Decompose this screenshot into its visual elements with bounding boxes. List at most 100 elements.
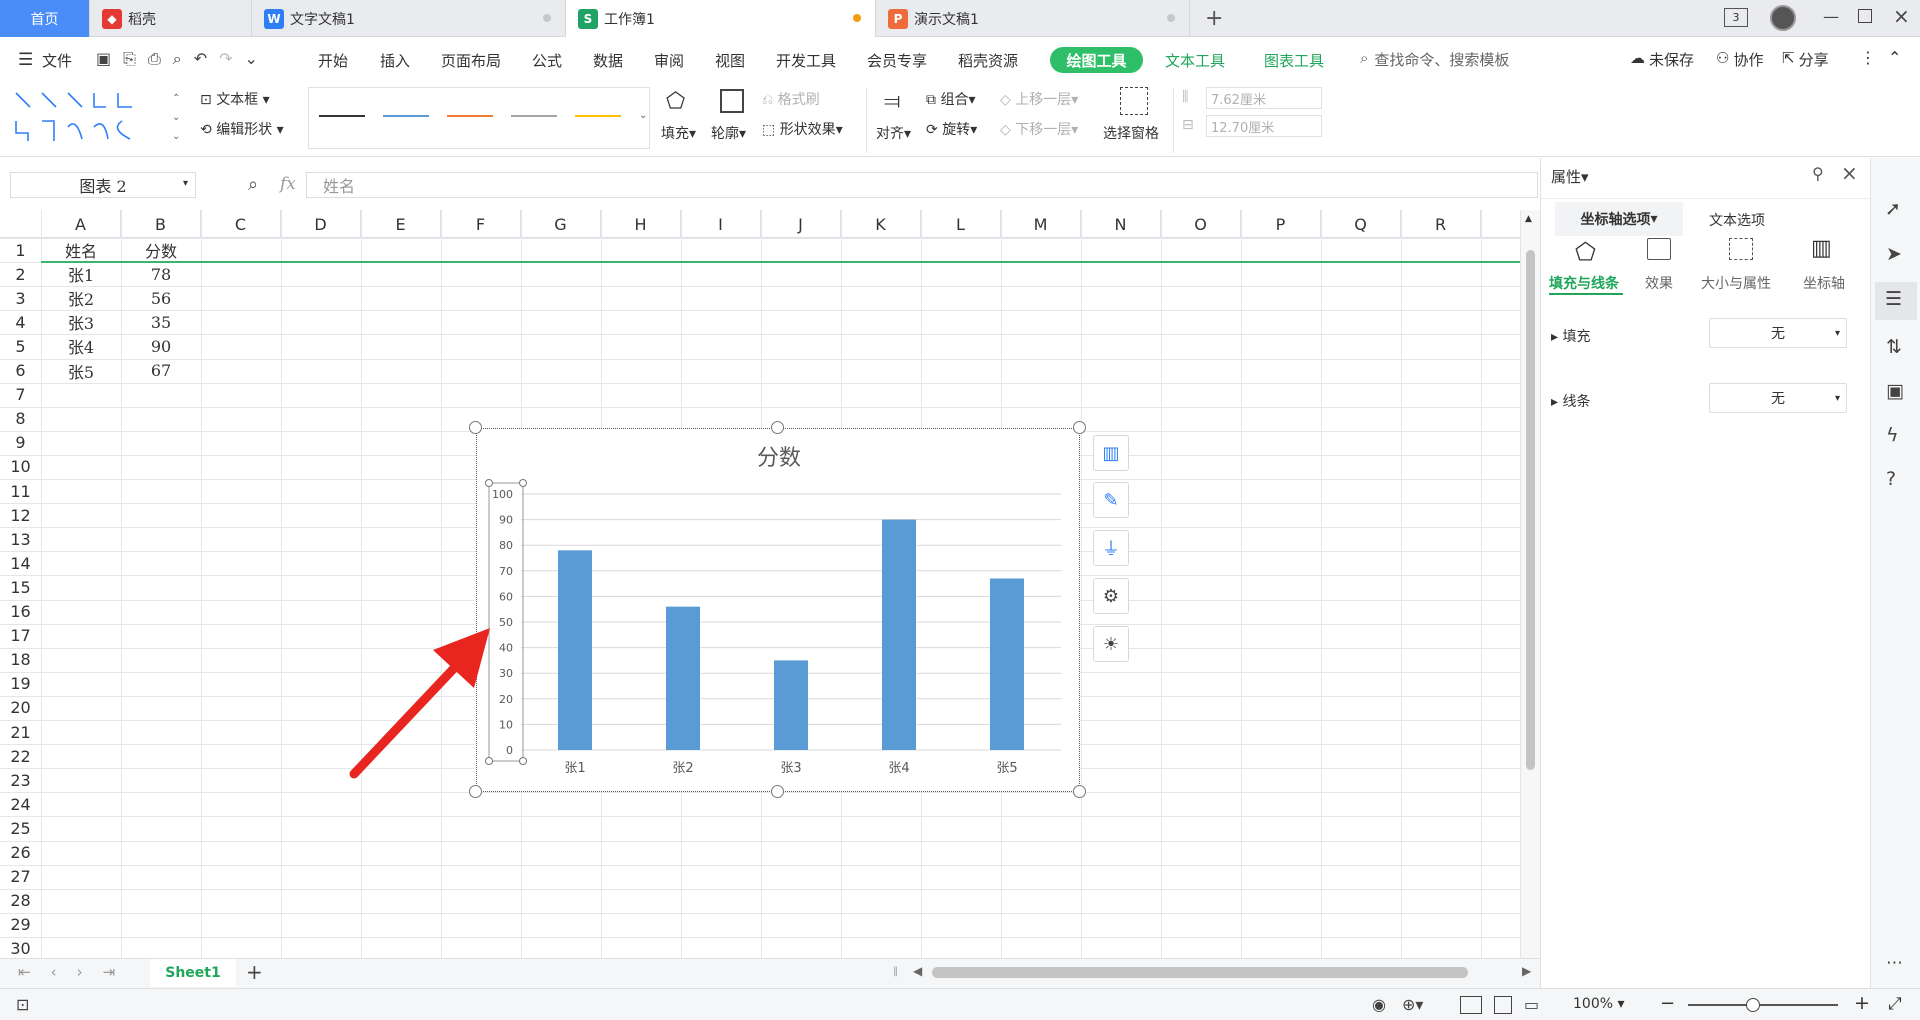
row-header[interactable]: 23 <box>0 768 41 792</box>
row-header[interactable]: 4 <box>0 310 41 334</box>
close-dot-icon[interactable] <box>1167 14 1175 22</box>
zoom-level[interactable]: 100% ▾ <box>1573 996 1625 1012</box>
row-header[interactable]: 1 <box>0 238 41 262</box>
search-box[interactable]: ⌕ 查找命令、搜索模板 <box>1360 49 1509 70</box>
menu-home[interactable]: 开始 <box>318 50 348 71</box>
zoom-slider-thumb[interactable] <box>1746 998 1760 1012</box>
column-header[interactable]: E <box>361 210 441 238</box>
resize-handle[interactable] <box>771 785 784 798</box>
row-header[interactable]: 14 <box>0 551 41 575</box>
line-section-toggle[interactable]: ▸ 线条 <box>1551 391 1590 411</box>
align-icon[interactable]: ⫤ <box>884 89 901 114</box>
menu-insert[interactable]: 插入 <box>380 50 410 71</box>
row-header[interactable]: 3 <box>0 286 41 310</box>
table-cell[interactable]: 张2 <box>41 286 121 310</box>
menu-drawing-tools[interactable]: 绘图工具 <box>1050 47 1143 73</box>
fill-dropdown[interactable]: 无 ▾ <box>1709 318 1847 348</box>
y-tick-label[interactable]: 70 <box>499 565 513 578</box>
new-tab-icon[interactable]: + <box>1205 6 1223 31</box>
x-tick-label[interactable]: 张3 <box>780 761 801 776</box>
resize-handle[interactable] <box>1073 421 1086 434</box>
row-header[interactable]: 28 <box>0 889 41 913</box>
restore-icon[interactable] <box>1858 9 1872 23</box>
outline-icon[interactable] <box>720 89 744 113</box>
close-dot-icon[interactable] <box>543 14 551 22</box>
collapse-ribbon-icon[interactable]: ⌃ <box>1888 48 1901 67</box>
selection-pane-button[interactable]: 选择窗格 <box>1103 123 1159 143</box>
horizontal-scroll-thumb[interactable] <box>932 967 1468 978</box>
bar-chart[interactable]: 分数0102030405060708090100张1 张2 张3 张4 张5 <box>477 429 1081 793</box>
textbox-button[interactable]: ⊡ 文本框 ▾ <box>200 89 270 109</box>
column-header[interactable]: N <box>1081 210 1161 238</box>
column-header[interactable]: O <box>1161 210 1241 238</box>
table-cell[interactable]: 分数 <box>121 238 201 262</box>
macro-icon[interactable]: ⊡ <box>16 995 29 1014</box>
scroll-right-icon[interactable]: ▶ <box>1522 964 1531 978</box>
resize-handle[interactable] <box>771 421 784 434</box>
column-header[interactable]: H <box>601 210 681 238</box>
more-dots-icon[interactable]: ⋯ <box>1886 953 1903 973</box>
line-style-black[interactable] <box>319 115 365 117</box>
chart-idea-bulb-icon[interactable]: ☀ <box>1093 626 1129 662</box>
edit-shape-button[interactable]: ⟲ 编辑形状 ▾ <box>200 119 284 139</box>
shape-effects-button[interactable]: ⬚ 形状效果▾ <box>762 119 843 139</box>
select-cursor-icon[interactable]: ➤ <box>1886 243 1902 265</box>
y-axis-handle[interactable] <box>519 757 527 765</box>
effects-icon[interactable] <box>1647 238 1671 260</box>
column-header[interactable]: D <box>281 210 361 238</box>
share-button[interactable]: ⇱ 分享 <box>1782 49 1829 70</box>
zoom-slider[interactable] <box>1688 1004 1838 1006</box>
vertical-scrollbar[interactable]: ▲ <box>1520 210 1540 958</box>
column-header[interactable]: K <box>841 210 921 238</box>
connector-shapes-gallery[interactable] <box>10 87 180 147</box>
fill-section-toggle[interactable]: ▸ 填充 <box>1551 326 1590 346</box>
menu-member[interactable]: 会员专享 <box>867 50 927 71</box>
name-box[interactable]: 图表 2 <box>10 172 196 198</box>
row-header[interactable]: 6 <box>0 359 41 383</box>
row-header[interactable]: 18 <box>0 648 41 672</box>
column-header[interactable]: I <box>681 210 761 238</box>
row-header[interactable]: 13 <box>0 527 41 551</box>
y-tick-label[interactable]: 60 <box>499 590 513 603</box>
row-header[interactable]: 19 <box>0 672 41 696</box>
formula-input[interactable]: 姓名 <box>306 172 1538 198</box>
row-header[interactable]: 26 <box>0 841 41 865</box>
fill-line-icon[interactable]: ⬠ <box>1575 238 1596 266</box>
column-header[interactable]: P <box>1241 210 1321 238</box>
row-header[interactable]: 8 <box>0 407 41 431</box>
zoom-out-icon[interactable]: − <box>1660 993 1675 1014</box>
x-tick-label[interactable]: 张4 <box>888 761 909 776</box>
subtab-axis[interactable]: 坐标轴 <box>1803 273 1845 293</box>
tab-docer[interactable]: ◆ 稻壳 <box>90 0 252 37</box>
fx-icon[interactable]: fx <box>280 174 296 194</box>
more-chevron-icon[interactable]: ⌄ <box>245 49 258 69</box>
fill-icon[interactable]: ⬠ <box>666 89 685 114</box>
tab-axis-options[interactable]: 坐标轴选项 ▾ <box>1555 202 1683 236</box>
sliders-icon[interactable]: ☰ <box>1885 288 1902 310</box>
table-cell[interactable]: 张1 <box>41 262 121 286</box>
row-header[interactable]: 17 <box>0 624 41 648</box>
unsaved-button[interactable]: ☁ 未保存 <box>1630 49 1694 70</box>
chart-elements-icon[interactable]: ▥ <box>1093 435 1129 471</box>
column-header[interactable]: R <box>1401 210 1481 238</box>
resize-handle[interactable] <box>469 421 482 434</box>
column-header[interactable]: F <box>441 210 521 238</box>
avatar[interactable] <box>1770 5 1796 31</box>
row-header[interactable]: 12 <box>0 503 41 527</box>
menu-data[interactable]: 数据 <box>593 50 623 71</box>
column-header[interactable]: G <box>521 210 601 238</box>
tab-home[interactable]: 首页 <box>0 0 90 37</box>
menu-chart-tools[interactable]: 图表工具 <box>1264 50 1324 71</box>
table-cell[interactable]: 78 <box>121 262 201 286</box>
web-view-icon[interactable]: ⊕▾ <box>1402 995 1423 1014</box>
height-input[interactable]: 7.62厘米 <box>1206 87 1322 109</box>
row-header[interactable]: 2 <box>0 262 41 286</box>
selection-pane-icon[interactable] <box>1120 87 1148 115</box>
last-sheet-icon[interactable]: ⇥ <box>103 963 116 981</box>
row-header[interactable]: 27 <box>0 865 41 889</box>
subtab-fill-line[interactable]: 填充与线条 <box>1549 273 1619 293</box>
tab-text-options[interactable]: 文本选项 <box>1709 210 1765 230</box>
panel-close-icon[interactable]: × <box>1841 161 1858 185</box>
chart-frame[interactable]: 分数 0 10 20 30 40 50 60 70 80 90 100 张1 张2 张3 张4 张5 <box>476 428 1080 792</box>
undo-icon[interactable]: ↶ <box>194 49 207 69</box>
